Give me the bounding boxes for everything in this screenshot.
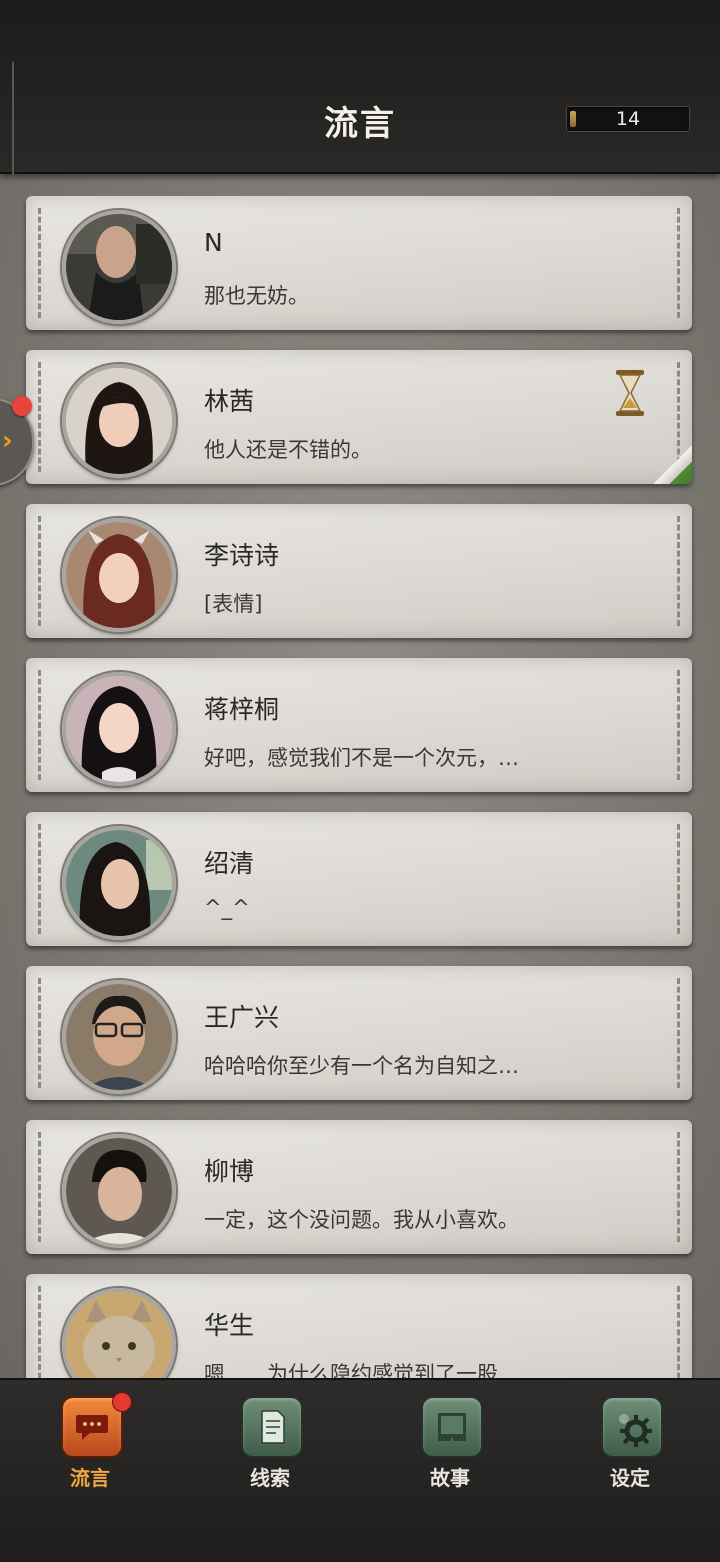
notification-dot <box>12 396 32 416</box>
avatar <box>62 210 176 324</box>
stitch-decoration <box>677 208 680 318</box>
energy-counter-value: 14 <box>615 108 641 130</box>
notification-badge <box>112 1392 132 1412</box>
header-bar: 流言 14 <box>0 0 720 192</box>
stitch-decoration <box>677 516 680 626</box>
stitch-decoration <box>38 824 41 934</box>
contact-name: 林茜 <box>204 387 255 416</box>
gear-icon <box>601 1396 663 1458</box>
contact-name: N <box>204 228 223 257</box>
contact-card-hua-sheng[interactable]: 华生 嗯……为什么隐约感觉到了一股… <box>26 1274 692 1378</box>
avatar <box>62 980 176 1094</box>
stitch-decoration <box>38 1286 41 1378</box>
document-icon <box>241 1396 303 1458</box>
stitch-decoration <box>38 516 41 626</box>
last-message: ^_^ <box>204 896 250 920</box>
last-message: 好吧，感觉我们不是一个次元，… <box>204 746 519 770</box>
avatar <box>62 364 176 478</box>
last-message: 他人还是不错的。 <box>204 438 372 462</box>
last-message: 那也无妨。 <box>204 284 309 308</box>
contact-list[interactable]: N 那也无妨。 林茜 他人还是不错的。 李诗诗 [表情] 蒋梓桐 好吧，感觉我们… <box>0 196 720 1378</box>
contact-card-liu-bo[interactable]: 柳博 一定，这个没问题。我从小喜欢。 <box>26 1120 692 1254</box>
avatar <box>62 518 176 632</box>
hourglass-icon <box>616 370 644 416</box>
last-message: [表情] <box>204 592 263 616</box>
last-message: 一定，这个没问题。我从小喜欢。 <box>204 1208 519 1232</box>
contact-card-n[interactable]: N 那也无妨。 <box>26 196 692 330</box>
nav-tab-clues[interactable]: 线索 <box>210 1396 330 1496</box>
stitch-decoration <box>677 1132 680 1242</box>
bottom-nav: 流言 线索 故事 设定 <box>0 1378 720 1562</box>
stitch-decoration <box>38 1132 41 1242</box>
contact-name: 柳博 <box>204 1157 255 1186</box>
nav-label: 设定 <box>610 1466 650 1490</box>
contact-name: 绍清 <box>204 849 255 878</box>
stitch-decoration <box>677 1286 680 1378</box>
book-icon <box>421 1396 483 1458</box>
stitch-decoration <box>38 208 41 318</box>
avatar <box>62 826 176 940</box>
avatar <box>62 672 176 786</box>
contact-card-li-shishi[interactable]: 李诗诗 [表情] <box>26 504 692 638</box>
nav-label: 流言 <box>70 1466 110 1490</box>
contact-name: 李诗诗 <box>204 541 280 570</box>
nav-tab-stories[interactable]: 故事 <box>390 1396 510 1496</box>
stitch-decoration <box>677 670 680 780</box>
stitch-decoration <box>38 670 41 780</box>
contact-card-wang-guangxing[interactable]: 王广兴 哈哈哈你至少有一个名为自知之… <box>26 966 692 1100</box>
contact-name: 华生 <box>204 1311 255 1340</box>
contact-card-jiang-zitong[interactable]: 蒋梓桐 好吧，感觉我们不是一个次元，… <box>26 658 692 792</box>
stitch-decoration <box>677 824 680 934</box>
nav-tab-settings[interactable]: 设定 <box>570 1396 690 1496</box>
contact-name: 蒋梓桐 <box>204 695 280 724</box>
contact-name: 王广兴 <box>204 1003 280 1032</box>
contact-card-shao-qing[interactable]: 绍清 ^_^ <box>26 812 692 946</box>
nav-label: 故事 <box>430 1466 470 1490</box>
energy-counter[interactable]: 14 <box>566 106 690 132</box>
stitch-decoration <box>677 978 680 1088</box>
nav-tab-rumors[interactable]: 流言 <box>30 1392 150 1496</box>
last-message: 哈哈哈你至少有一个名为自知之… <box>204 1054 519 1078</box>
chevron-right-icon: › <box>2 426 13 456</box>
nav-label: 线索 <box>250 1466 290 1490</box>
contact-card-lin-qian[interactable]: 林茜 他人还是不错的。 <box>26 350 692 484</box>
avatar <box>62 1134 176 1248</box>
stitch-decoration <box>38 362 41 472</box>
avatar <box>62 1288 176 1378</box>
stitch-decoration <box>38 978 41 1088</box>
new-message-corner-badge <box>654 446 692 484</box>
last-message: 嗯……为什么隐约感觉到了一股… <box>204 1362 519 1378</box>
